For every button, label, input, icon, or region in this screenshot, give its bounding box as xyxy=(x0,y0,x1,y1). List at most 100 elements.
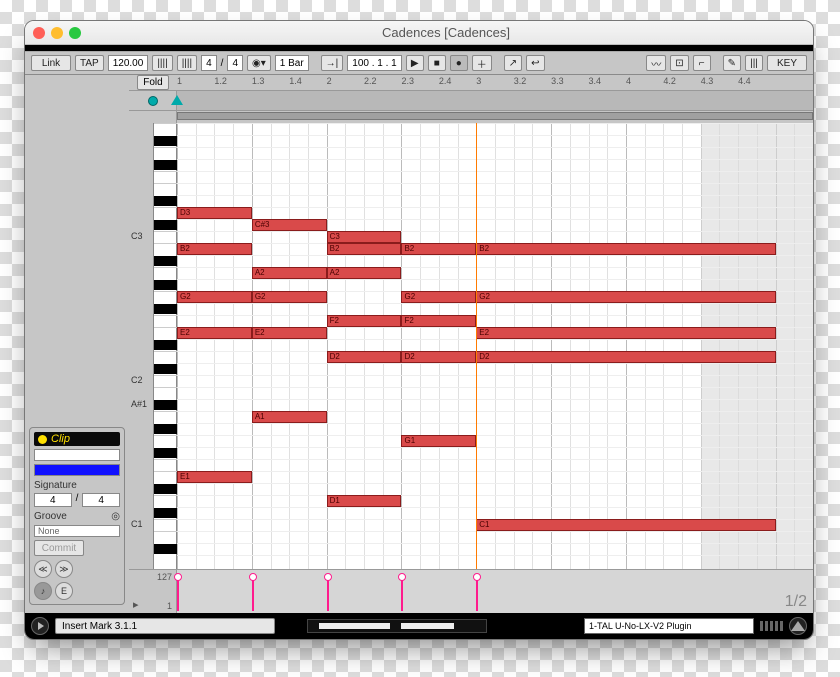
overdub-button[interactable]: ＋ xyxy=(472,55,492,71)
titlebar: Cadences [Cadences] xyxy=(25,21,813,45)
fold-button[interactable]: Fold xyxy=(137,75,168,90)
nudge-down-button[interactable]: |||| xyxy=(152,55,172,71)
midi-note[interactable]: E2 xyxy=(252,327,327,339)
midi-note[interactable]: B2 xyxy=(177,243,252,255)
reenable-button[interactable]: ↩ xyxy=(526,55,544,71)
stop-button[interactable]: ■ xyxy=(428,55,446,71)
hotswap-icon[interactable]: ◎ xyxy=(111,511,120,522)
midi-note[interactable]: C#3 xyxy=(252,219,327,231)
ruler-tick: 1.4 xyxy=(289,76,302,86)
velocity-handle[interactable] xyxy=(249,573,257,581)
start-marker-icon[interactable] xyxy=(171,95,183,105)
midi-note[interactable]: D2 xyxy=(327,351,402,363)
midi-note[interactable]: B2 xyxy=(476,243,775,255)
clip-color-field[interactable] xyxy=(34,464,120,476)
piano-roll: C3C2A#1C1 D3C#3C3B2B2B2B2A2A2G2G2G2G2F2F… xyxy=(129,123,813,569)
key-button[interactable]: KEY xyxy=(767,55,807,71)
punch-button[interactable]: ⌐ xyxy=(693,55,711,71)
midi-note[interactable]: G2 xyxy=(401,291,476,303)
marker-track[interactable] xyxy=(129,91,813,111)
ruler-tick: 2 xyxy=(327,76,332,86)
draw-tool-button[interactable]: 〰 xyxy=(646,55,666,71)
marker-dot-icon xyxy=(148,96,158,106)
midi-note[interactable]: G2 xyxy=(177,291,252,303)
nudge-up-button[interactable]: |||| xyxy=(177,55,197,71)
automation-button[interactable]: ↗ xyxy=(504,55,522,71)
velocity-lane[interactable]: 127 1 ▸ 1/2 xyxy=(129,569,813,613)
velocity-handle[interactable] xyxy=(398,573,406,581)
velocity-handle[interactable] xyxy=(174,573,182,581)
midi-button[interactable]: ||| xyxy=(745,55,763,71)
velocity-handle[interactable] xyxy=(324,573,332,581)
prev-button[interactable]: ≪ xyxy=(34,560,52,578)
position-field[interactable]: 100 . 1 . 1 xyxy=(347,55,401,71)
playhead[interactable] xyxy=(476,123,477,569)
vel-play-icon[interactable]: ▸ xyxy=(133,598,139,611)
midi-note[interactable]: B2 xyxy=(327,243,402,255)
vel-min: 1 xyxy=(167,601,172,611)
midi-note[interactable]: F2 xyxy=(401,315,476,327)
record-button[interactable]: ● xyxy=(450,55,468,71)
global-play-button[interactable] xyxy=(31,617,49,635)
envelope-toggle[interactable]: E xyxy=(55,582,73,600)
metronome-button[interactable]: ◉▾ xyxy=(247,55,271,71)
midi-note[interactable]: D1 xyxy=(327,495,402,507)
loop-brace[interactable] xyxy=(129,111,813,123)
midi-note[interactable]: E2 xyxy=(476,327,775,339)
midi-note[interactable]: D2 xyxy=(476,351,775,363)
quantize-field[interactable]: 1 Bar xyxy=(275,55,309,71)
clip-sig-den[interactable]: 4 xyxy=(82,493,120,507)
clip-sig-num[interactable]: 4 xyxy=(34,493,72,507)
plugin-name[interactable]: 1-TAL U-No-LX-V2 Plugin xyxy=(584,618,754,634)
midi-note[interactable]: E1 xyxy=(177,471,252,483)
velocity-stem[interactable] xyxy=(401,577,403,611)
midi-note[interactable]: D3 xyxy=(177,207,252,219)
midi-note[interactable]: A1 xyxy=(252,411,327,423)
velocity-handle[interactable] xyxy=(473,573,481,581)
follow-button[interactable]: →| xyxy=(321,55,344,71)
clip-name-field[interactable] xyxy=(34,449,120,461)
clip-dot-icon xyxy=(38,435,47,444)
ruler-tick: 4.4 xyxy=(738,76,751,86)
ruler[interactable]: 11.21.31.422.22.32.433.23.33.444.24.34.4 xyxy=(177,75,813,90)
midi-note[interactable]: C3 xyxy=(327,231,402,243)
loop-button[interactable]: ⊡ xyxy=(670,55,688,71)
midi-note[interactable]: C1 xyxy=(476,519,775,531)
clip-label: Clip xyxy=(51,433,70,445)
sig-den[interactable]: 4 xyxy=(227,55,243,71)
ruler-tick: 1 xyxy=(177,76,182,86)
play-button[interactable]: ▶ xyxy=(406,55,424,71)
close-icon[interactable] xyxy=(33,27,45,39)
minimize-icon[interactable] xyxy=(51,27,63,39)
next-button[interactable]: ≫ xyxy=(55,560,73,578)
pencil-button[interactable]: ✎ xyxy=(723,55,741,71)
velocity-stem[interactable] xyxy=(327,577,329,611)
tap-button[interactable]: TAP xyxy=(75,55,104,71)
commit-button[interactable]: Commit xyxy=(34,540,84,556)
status-text: Insert Mark 3.1.1 xyxy=(55,618,275,634)
ruler-tick: 2.3 xyxy=(401,76,414,86)
midi-note[interactable]: A2 xyxy=(327,267,402,279)
velocity-stem[interactable] xyxy=(177,577,179,611)
midi-note[interactable]: A2 xyxy=(252,267,327,279)
midi-note[interactable]: B2 xyxy=(401,243,476,255)
groove-field[interactable]: None xyxy=(34,525,120,537)
midi-note[interactable]: G2 xyxy=(252,291,327,303)
arrangement-view-button[interactable] xyxy=(789,617,807,635)
velocity-stem[interactable] xyxy=(476,577,478,611)
midi-note[interactable]: G2 xyxy=(476,291,775,303)
zoom-icon[interactable] xyxy=(69,27,81,39)
tempo-field[interactable]: 120.00 xyxy=(108,55,149,71)
signature-label: Signature xyxy=(34,480,120,491)
note-grid[interactable]: D3C#3C3B2B2B2B2A2A2G2G2G2G2F2F2E2E2E2D2D… xyxy=(177,123,813,569)
velocity-stem[interactable] xyxy=(252,577,254,611)
midi-note[interactable]: D2 xyxy=(401,351,476,363)
link-button[interactable]: Link xyxy=(31,55,71,71)
midi-note[interactable]: F2 xyxy=(327,315,402,327)
piano-keys[interactable]: C3C2A#1C1 xyxy=(129,123,177,569)
midi-note[interactable]: G1 xyxy=(401,435,476,447)
clip-header[interactable]: Clip xyxy=(34,432,120,446)
midi-note[interactable]: E2 xyxy=(177,327,252,339)
notes-toggle[interactable]: ♪ xyxy=(34,582,52,600)
sig-num[interactable]: 4 xyxy=(201,55,217,71)
